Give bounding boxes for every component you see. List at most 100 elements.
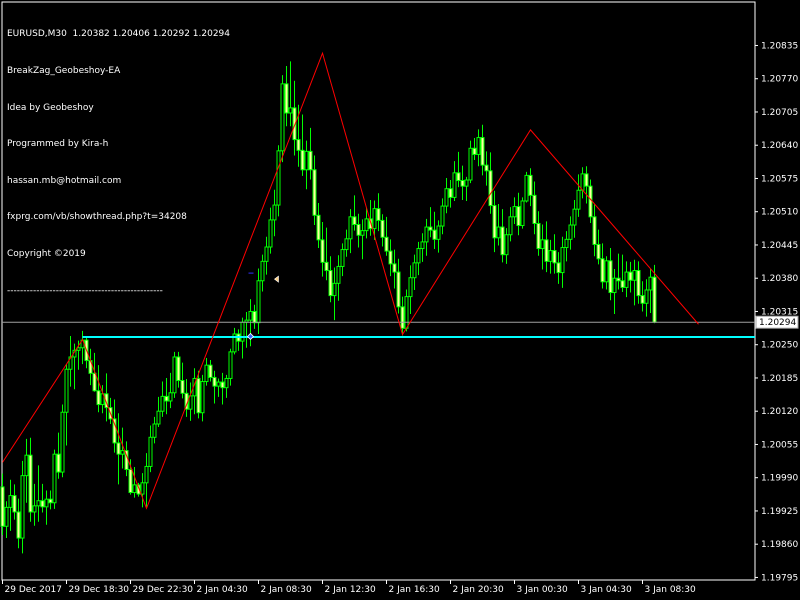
- y-tick-label: 1.20250: [761, 341, 798, 351]
- candle: [160, 381, 165, 417]
- bull-candle-body: [36, 500, 41, 507]
- bear-candle-body: [584, 173, 589, 187]
- candle: [232, 327, 237, 355]
- candle: [476, 129, 481, 167]
- candle: [280, 75, 285, 163]
- candle: [456, 151, 461, 188]
- candle: [428, 207, 433, 238]
- bull-candle-body: [424, 226, 429, 243]
- candle: [528, 168, 533, 207]
- candle: [292, 80, 297, 156]
- bear-candle-body: [516, 206, 521, 227]
- candle: [552, 234, 557, 274]
- y-tick-label: 1.20770: [761, 75, 798, 85]
- bull-candle-body: [444, 188, 449, 207]
- bear-candle-body: [392, 263, 397, 273]
- candle: [468, 140, 473, 184]
- bear-candle-body: [176, 356, 181, 382]
- candle: [60, 404, 65, 478]
- candle: [520, 197, 525, 229]
- bear-candle-body: [432, 229, 437, 240]
- bull-candle-body: [264, 246, 269, 262]
- sell-arrow-icon: [274, 275, 279, 283]
- bear-candle-body: [352, 216, 357, 226]
- bull-candle-body: [140, 482, 145, 495]
- bull-candle-body: [520, 200, 525, 227]
- candle: [420, 233, 425, 262]
- bull-candle-body: [216, 381, 221, 387]
- time-axis-labels: 29 Dec 2017 29 Dec 18:30 29 Dec 22:30 2 Jan…: [2, 580, 696, 595]
- candle: [544, 221, 549, 273]
- candle: [348, 209, 353, 254]
- bear-candle-body: [528, 174, 533, 196]
- bear-candle-body: [196, 377, 201, 414]
- bear-candle-body: [56, 453, 61, 473]
- candle: [396, 258, 401, 314]
- x-tick-label: 2 Jan 04:30: [197, 585, 249, 595]
- candle: [320, 221, 325, 277]
- bear-candle-body: [484, 164, 489, 172]
- candle: [24, 438, 29, 503]
- bear-candle-body: [532, 194, 537, 224]
- candle: [260, 254, 265, 292]
- candle: [308, 127, 313, 180]
- bull-candle-body: [240, 321, 245, 342]
- bull-candle-body: [512, 206, 517, 218]
- price-chart[interactable]: 1.20835 1.20770 1.20705 1.20640 1.20575 1.205…: [0, 0, 800, 600]
- bull-candle-body: [160, 395, 165, 412]
- candle: [44, 490, 49, 525]
- candle: [596, 229, 601, 265]
- bear-candle-body: [308, 150, 313, 171]
- candle: [344, 229, 349, 257]
- bull-candle-body: [288, 107, 293, 114]
- y-tick-label: 1.20510: [761, 208, 798, 218]
- bull-candle-body: [52, 453, 57, 504]
- candle: [20, 460, 25, 554]
- candle: [268, 207, 273, 254]
- candle: [376, 193, 381, 232]
- bull-candle-body: [604, 260, 609, 283]
- bear-candle-body: [316, 214, 321, 241]
- bear-candle-body: [636, 270, 641, 297]
- bear-candle-body: [456, 172, 461, 182]
- bull-candle-body: [272, 204, 277, 221]
- bear-candle-body: [448, 188, 453, 198]
- candle: [576, 174, 581, 217]
- bear-candle-body: [12, 495, 17, 513]
- bull-candle-body: [464, 179, 469, 187]
- bull-candle-body: [168, 392, 173, 402]
- bull-candle-body: [280, 83, 285, 152]
- candle: [412, 254, 417, 290]
- bull-candle-body: [560, 247, 565, 274]
- bull-candle-body: [364, 218, 369, 232]
- candle: [208, 360, 213, 382]
- bull-candle-body: [436, 225, 441, 240]
- bull-candle-body: [60, 411, 65, 473]
- bear-candle-body: [328, 270, 333, 297]
- candle: [12, 484, 17, 520]
- candle: [164, 377, 169, 415]
- bull-candle-body: [4, 506, 9, 527]
- candle: [152, 416, 157, 444]
- candle: [352, 195, 357, 231]
- bull-candle-body: [404, 296, 409, 329]
- candle: [148, 425, 153, 473]
- y-tick-label: 1.20445: [761, 241, 798, 251]
- buy-arrow-icon: [246, 332, 255, 341]
- bear-candle-body: [252, 310, 257, 324]
- x-tick-label: 3 Jan 00:30: [517, 585, 569, 595]
- bear-candle-body: [220, 381, 225, 389]
- candle: [220, 372, 225, 405]
- candle: [144, 453, 149, 508]
- y-tick-label: 1.19990: [761, 474, 798, 484]
- candle: [132, 466, 137, 498]
- bear-candle-body: [384, 236, 389, 252]
- bull-candle-body: [496, 226, 501, 239]
- candle: [288, 61, 293, 127]
- candle: [332, 267, 337, 321]
- candle: [424, 218, 429, 256]
- bear-candle-body: [0, 486, 5, 527]
- bull-candle-body: [20, 475, 25, 539]
- candle: [340, 243, 345, 277]
- x-tick-label: 29 Dec 22:30: [133, 585, 194, 595]
